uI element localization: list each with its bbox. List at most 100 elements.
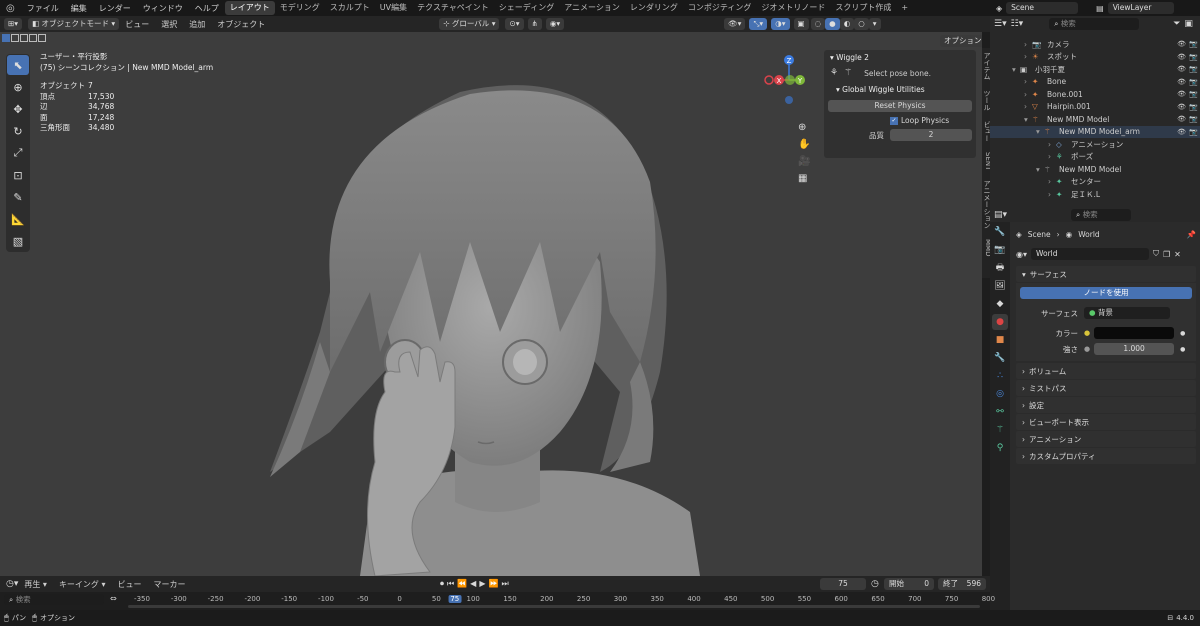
record-icon[interactable]: ⏺ [440,579,444,589]
proportional-edit-button[interactable]: ◉▾ [545,18,565,30]
duplicate-icon[interactable]: ❐ [1163,250,1170,259]
expand-arrow-icon[interactable]: › [1048,190,1056,199]
jump-start-icon[interactable]: ⏮ [447,579,454,589]
render-camera-icon[interactable]: 📷 [1189,115,1198,123]
animation-section[interactable]: › アニメーション [1016,431,1196,447]
outliner-row[interactable]: ▾ ▣ 小羽千夏 👁 📷 [990,63,1200,76]
object-tab-icon[interactable]: ■ [992,332,1008,348]
timeline-search[interactable]: ⌕ 検索 [4,594,104,605]
unlink-icon[interactable]: ✕ [1174,250,1181,259]
props-search[interactable]: ⌕ 検索 [1071,209,1132,221]
start-frame-field[interactable]: 開始 0 [884,578,934,590]
expand-arrow-icon[interactable]: › [1048,140,1056,149]
bone-tab-icon[interactable]: ⚲ [992,440,1008,456]
expand-arrow-icon[interactable]: ▾ [1036,165,1044,174]
current-frame-field[interactable]: 75 [820,578,866,590]
menu-file[interactable]: ファイル [21,3,65,14]
tab-layout[interactable]: レイアウト [224,1,275,15]
navigation-gizmo[interactable]: Z Y X [764,52,814,112]
strength-socket-icon[interactable]: ● [1084,345,1090,353]
wiggle-title[interactable]: ▾ Wiggle 2 [824,50,976,65]
visibility-eye-icon[interactable]: 👁 [1177,103,1186,111]
pan-hand-icon[interactable]: ✋ [798,139,810,150]
pin-icon[interactable]: 📌 [1187,230,1196,239]
end-frame-field[interactable]: 終了 596 [938,578,986,590]
custom-properties-section[interactable]: › カスタムプロパティ [1016,448,1196,464]
play-icon[interactable]: ▶ [479,579,485,589]
render-camera-icon[interactable]: 📷 [1189,90,1198,98]
expand-arrow-icon[interactable]: › [1024,77,1032,86]
expand-arrow-icon[interactable]: › [1048,177,1056,186]
color-swatch[interactable] [1094,327,1175,339]
loop-physics-checkbox[interactable]: ✓ Loop Physics [890,116,976,125]
keyframe-dot-icon[interactable]: ● [1180,346,1185,353]
expand-arrow-icon[interactable]: › [1048,152,1056,161]
outliner-row[interactable]: › ⚘ ポーズ [990,151,1200,164]
outliner-row[interactable]: › ✦ 足ＩＫ.L [990,188,1200,201]
add-workspace-button[interactable]: + [896,1,913,15]
props-editor-icon[interactable]: ▤▾ [994,210,1007,220]
strength-field[interactable]: 1.000 [1094,343,1175,355]
rotate-tool-icon[interactable]: ↻ [7,121,29,141]
3d-viewport[interactable]: ⬉ ⊕ ✥ ↻ ⤢ ⊡ ✎ 📐 ▧ ユーザー・平行投影 (75) シーンコレクシ… [0,32,982,576]
outliner-row[interactable]: › ✦ センター [990,176,1200,189]
object-data-tab-icon[interactable]: ⚚ [992,422,1008,438]
snap-button[interactable]: ⋔ [527,18,542,30]
tab-uv[interactable]: UV編集 [375,1,412,15]
render-camera-icon[interactable]: 📷 [1189,65,1198,73]
outliner-search[interactable]: ⌕ 検索 [1049,18,1140,30]
viewport-options-button[interactable]: オプション ▾ [940,35,982,47]
cursor-tool-icon[interactable]: ⊕ [7,77,29,97]
new-collection-icon[interactable]: ▣ [1184,19,1193,29]
visibility-eye-icon[interactable]: 👁 [1177,115,1186,123]
visibility-eye-icon[interactable]: 👁 [1177,78,1186,86]
outliner-row[interactable]: ▾ ⚚ New MMD Model [990,163,1200,176]
outliner-row[interactable]: › ✦ Bone 👁 📷 [990,76,1200,89]
global-utilities-header[interactable]: ▾ Global Wiggle Utilities [824,81,976,98]
select-new-icon[interactable] [2,34,10,42]
tab-modeling[interactable]: モデリング [275,1,325,15]
checkbox-icon[interactable]: ✓ [890,116,898,125]
tab-animation[interactable]: アニメーション [559,1,625,15]
xray-button[interactable]: ▣ [793,18,809,30]
tab-rendering[interactable]: レンダリング [625,1,683,15]
menu-add[interactable]: 追加 [183,19,211,30]
view-layer-tab-icon[interactable]: 🖼 [992,278,1008,294]
surface-shader-field[interactable]: ● 背景 [1084,307,1170,319]
expand-arrow-icon[interactable]: › [1024,90,1032,99]
outliner-row[interactable]: › ▽ Hairpin.001 👁 📷 [990,101,1200,114]
tool-tab-icon[interactable]: 🔧 [992,224,1008,240]
surface-section[interactable]: ▾ サーフェス [1016,266,1196,282]
expand-arrow-icon[interactable]: › [1024,102,1032,111]
particles-tab-icon[interactable]: ∴ [992,368,1008,384]
prev-keyframe-icon[interactable]: ⏪ [457,579,467,589]
select-tool-icon[interactable]: ⬉ [7,55,29,75]
menu-timeline-view[interactable]: ビュー [112,579,148,590]
outliner-row[interactable]: › ✦ Bone.001 👁 📷 [990,88,1200,101]
timeline-editor-icon[interactable]: ◷▾ [6,579,18,589]
tab-sculpt[interactable]: スカルプト [325,1,375,15]
visibility-eye-icon[interactable]: 👁 [1177,40,1186,48]
camera-view-icon[interactable]: 🎥 [798,156,810,167]
transform-tool-icon[interactable]: ⊡ [7,165,29,185]
blender-logo-icon[interactable]: ◎ [0,3,21,14]
shading-material-button[interactable]: ◐ [839,18,855,30]
world-browse-icon[interactable]: ◉▾ [1016,250,1027,259]
view-layer-selector[interactable]: ViewLayer [1107,2,1174,14]
constraints-tab-icon[interactable]: ⚯ [992,404,1008,420]
output-tab-icon[interactable]: 🖶 [992,260,1008,276]
editor-type-button[interactable]: ⊞▾ [4,18,23,30]
measure-tool-icon[interactable]: 📐 [7,209,29,229]
shading-rendered-button[interactable]: ○ [854,18,869,30]
clock-icon[interactable]: ◷ [871,579,879,589]
menu-object[interactable]: オブジェクト [211,19,271,30]
use-nodes-button[interactable]: ノードを使用 [1020,287,1192,299]
render-tab-icon[interactable]: 📷 [992,242,1008,258]
outliner-row[interactable]: ▾ ⚚ New MMD Model_arm 👁 📷 [990,125,1200,138]
visibility-eye-icon[interactable]: 👁 [1177,90,1186,98]
tab-texture-paint[interactable]: テクスチャペイント [412,1,494,15]
world-name-field[interactable]: World [1031,248,1149,260]
quality-field[interactable]: 2 [890,129,972,141]
wiggle-enable-icon[interactable]: ⚘ [830,68,838,78]
add-cube-tool-icon[interactable]: ▧ [7,231,29,251]
